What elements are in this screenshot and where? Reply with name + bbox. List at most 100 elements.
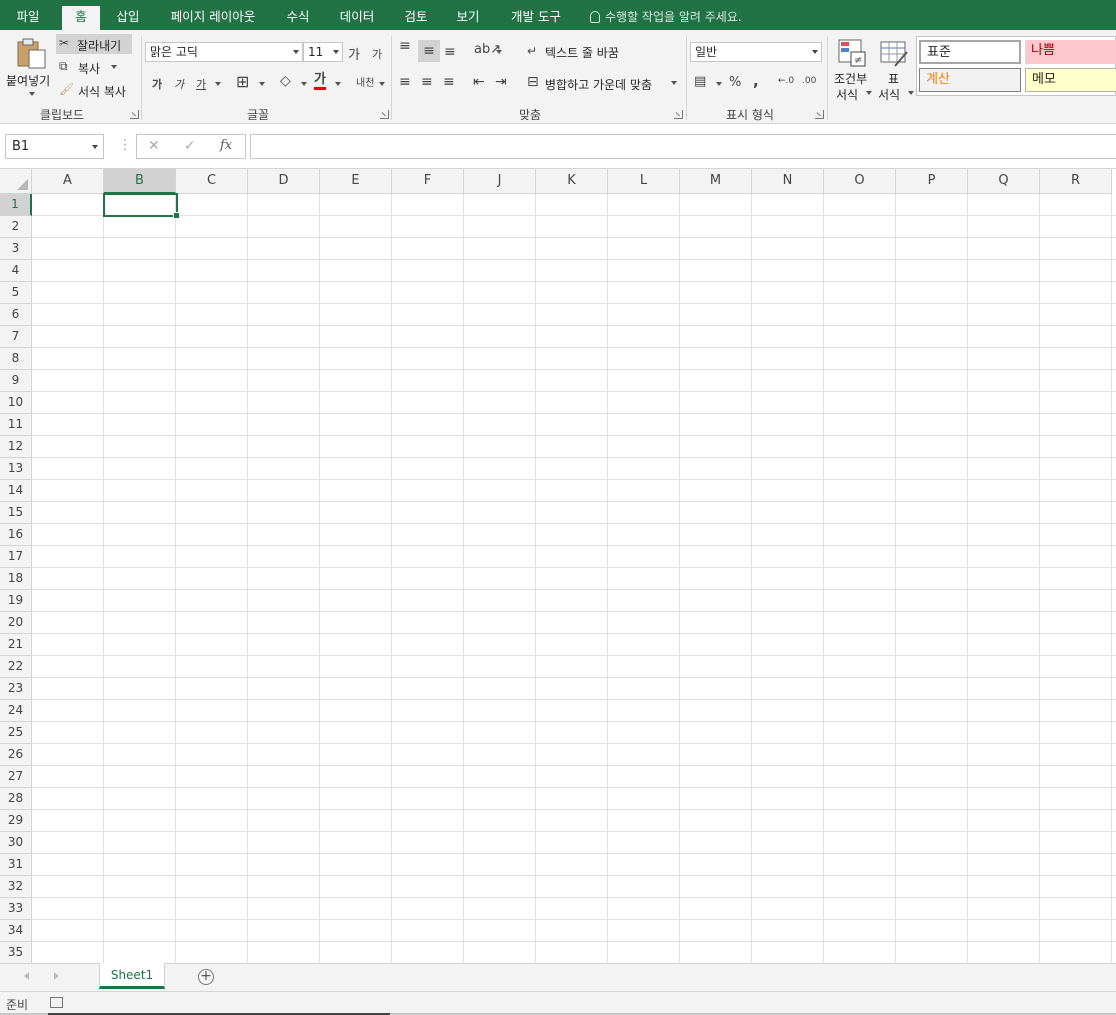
column-header-d[interactable]: D xyxy=(248,169,320,194)
row-header-13[interactable]: 13 xyxy=(0,458,32,480)
macro-record-icon[interactable] xyxy=(50,997,63,1008)
align-left-icon[interactable]: ≡ xyxy=(399,74,411,90)
row-header-16[interactable]: 16 xyxy=(0,524,32,546)
row-header-8[interactable]: 8 xyxy=(0,348,32,370)
column-header-e[interactable]: E xyxy=(320,169,392,194)
phonetic-icon[interactable]: 내천 xyxy=(356,74,374,89)
row-header-14[interactable]: 14 xyxy=(0,480,32,502)
chevron-down-icon[interactable] xyxy=(496,50,502,54)
decrease-decimal-icon[interactable]: .00 xyxy=(802,76,816,86)
prev-sheet-icon[interactable] xyxy=(24,972,29,980)
chevron-down-icon[interactable] xyxy=(215,82,221,86)
row-header-2[interactable]: 2 xyxy=(0,216,32,238)
row-header-24[interactable]: 24 xyxy=(0,700,32,722)
chevron-down-icon[interactable] xyxy=(301,82,307,86)
row-header-30[interactable]: 30 xyxy=(0,832,32,854)
row-header-25[interactable]: 25 xyxy=(0,722,32,744)
row-header-32[interactable]: 32 xyxy=(0,876,32,898)
underline-icon[interactable]: 가 xyxy=(196,76,206,92)
row-header-1[interactable]: 1 xyxy=(0,194,32,216)
tab-data[interactable]: 데이터 xyxy=(330,6,384,30)
copy-button[interactable]: ⧉ 복사 xyxy=(56,57,122,77)
column-header-l[interactable]: L xyxy=(608,169,680,194)
row-header-19[interactable]: 19 xyxy=(0,590,32,612)
row-header-20[interactable]: 20 xyxy=(0,612,32,634)
tab-view[interactable]: 보기 xyxy=(448,6,488,30)
row-header-28[interactable]: 28 xyxy=(0,788,32,810)
chevron-down-icon[interactable] xyxy=(335,82,341,86)
tell-me-search[interactable]: 수행할 작업을 알려 주세요. xyxy=(590,6,742,28)
alignment-launcher-icon[interactable] xyxy=(674,110,683,119)
row-header-23[interactable]: 23 xyxy=(0,678,32,700)
row-header-22[interactable]: 22 xyxy=(0,656,32,678)
number-launcher-icon[interactable] xyxy=(815,110,824,119)
style-normal[interactable]: 표준 xyxy=(919,40,1021,64)
style-memo[interactable]: 메모 xyxy=(1025,68,1116,92)
format-as-table-button[interactable]: 표 서식 xyxy=(874,36,914,102)
fill-color-icon[interactable]: ◇ xyxy=(280,73,291,89)
column-header-r[interactable]: R xyxy=(1040,169,1112,194)
cell-area[interactable] xyxy=(32,194,1116,963)
increase-indent-icon[interactable]: ⇥ xyxy=(495,74,507,90)
row-header-29[interactable]: 29 xyxy=(0,810,32,832)
next-sheet-icon[interactable] xyxy=(54,972,59,980)
column-header-k[interactable]: K xyxy=(536,169,608,194)
row-header-12[interactable]: 12 xyxy=(0,436,32,458)
font-color-icon[interactable]: 가 xyxy=(314,73,326,90)
accounting-icon[interactable]: ▤ xyxy=(694,74,706,89)
enter-icon[interactable]: ✓ xyxy=(184,138,196,154)
style-calc[interactable]: 계산 xyxy=(919,68,1021,92)
formula-input[interactable] xyxy=(250,134,1116,159)
percent-icon[interactable]: % xyxy=(729,75,741,90)
row-header-31[interactable]: 31 xyxy=(0,854,32,876)
tab-developer[interactable]: 개발 도구 xyxy=(502,6,570,30)
cut-button[interactable]: ✂ 잘라내기 xyxy=(56,34,132,54)
clipboard-launcher-icon[interactable] xyxy=(130,110,139,119)
conditional-format-button[interactable]: ≠ 조건부 서식 xyxy=(832,36,872,102)
tab-page-layout[interactable]: 페이지 레이아웃 xyxy=(160,6,266,30)
chevron-down-icon[interactable] xyxy=(379,82,385,86)
align-center-icon[interactable]: ≡ xyxy=(421,74,433,90)
tab-review[interactable]: 검토 xyxy=(396,6,436,30)
tab-file[interactable]: 파일 xyxy=(6,6,50,30)
row-header-5[interactable]: 5 xyxy=(0,282,32,304)
merge-center-button[interactable]: ⊟ 병합하고 가운데 맞춤 xyxy=(525,73,685,93)
select-all-corner[interactable] xyxy=(0,169,32,194)
sheet-tab-sheet1[interactable]: Sheet1 xyxy=(99,963,165,989)
font-size-dropdown[interactable]: 11 xyxy=(303,42,343,62)
row-header-27[interactable]: 27 xyxy=(0,766,32,788)
align-right-icon[interactable]: ≡ xyxy=(443,74,455,90)
row-header-26[interactable]: 26 xyxy=(0,744,32,766)
column-header-p[interactable]: P xyxy=(896,169,968,194)
row-header-7[interactable]: 7 xyxy=(0,326,32,348)
column-header-f[interactable]: F xyxy=(392,169,464,194)
italic-icon[interactable]: 가 xyxy=(174,76,184,92)
row-header-35[interactable]: 35 xyxy=(0,942,32,963)
column-header-c[interactable]: C xyxy=(176,169,248,194)
font-launcher-icon[interactable] xyxy=(380,110,389,119)
row-header-34[interactable]: 34 xyxy=(0,920,32,942)
font-name-dropdown[interactable]: 맑은 고딕 xyxy=(145,42,303,62)
row-header-6[interactable]: 6 xyxy=(0,304,32,326)
row-header-3[interactable]: 3 xyxy=(0,238,32,260)
style-bad[interactable]: 나쁨 xyxy=(1025,40,1116,64)
tab-formulas[interactable]: 수식 xyxy=(278,6,318,30)
number-format-dropdown[interactable]: 일반 xyxy=(690,42,822,62)
paste-button[interactable]: 붙여넣기 xyxy=(4,34,54,98)
column-header-j[interactable]: J xyxy=(464,169,536,194)
grow-font-icon[interactable]: 가 xyxy=(348,44,360,63)
insert-function-icon[interactable]: fx xyxy=(220,138,232,153)
name-box[interactable]: B1 xyxy=(5,134,104,159)
chevron-down-icon[interactable] xyxy=(259,82,265,86)
column-header-b[interactable]: B xyxy=(104,169,176,194)
row-header-33[interactable]: 33 xyxy=(0,898,32,920)
chevron-down-icon[interactable] xyxy=(716,82,722,86)
add-sheet-icon[interactable]: + xyxy=(198,969,214,985)
row-header-21[interactable]: 21 xyxy=(0,634,32,656)
decrease-indent-icon[interactable]: ⇤ xyxy=(473,74,485,90)
tab-home[interactable]: 홈 xyxy=(62,6,100,30)
row-header-15[interactable]: 15 xyxy=(0,502,32,524)
row-header-18[interactable]: 18 xyxy=(0,568,32,590)
row-header-11[interactable]: 11 xyxy=(0,414,32,436)
active-cell[interactable] xyxy=(103,193,180,219)
